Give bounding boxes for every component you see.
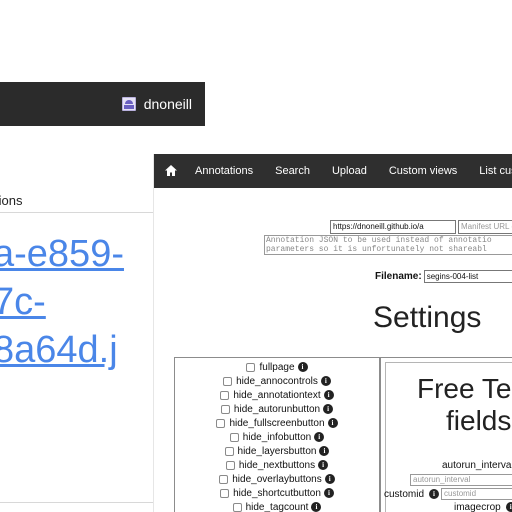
free-text-title-line-1: Free Te bbox=[417, 373, 512, 404]
info-icon[interactable]: i bbox=[505, 502, 512, 512]
manifest-input[interactable]: https://dnoneill.github.io/a bbox=[330, 220, 456, 234]
option-hide-shortcutbutton: hide_shortcutbutton i bbox=[175, 486, 379, 500]
checkbox[interactable] bbox=[224, 446, 234, 456]
imagecrop-row: imagecrop i bbox=[454, 501, 512, 512]
checkbox[interactable] bbox=[246, 362, 256, 372]
navbar: Annotations Search Upload Custom views L… bbox=[154, 154, 512, 188]
home-icon[interactable] bbox=[164, 164, 178, 178]
option-label: hide_annocontrols bbox=[236, 375, 318, 387]
filename-label: Filename: bbox=[375, 270, 422, 282]
info-icon[interactable]: i bbox=[327, 418, 338, 428]
checkbox[interactable] bbox=[229, 432, 239, 442]
info-icon[interactable]: i bbox=[320, 376, 331, 386]
info-icon[interactable]: i bbox=[319, 446, 330, 456]
customid-label: customid bbox=[384, 488, 425, 500]
free-text-title: Free Te fields bbox=[417, 373, 512, 437]
option-hide-overlaybuttons: hide_overlaybuttons i bbox=[175, 472, 379, 486]
user-name: dnoneill bbox=[143, 96, 192, 112]
item-id-link[interactable]: a-e859- 7c- 8a64d.j bbox=[0, 230, 155, 375]
option-hide-annotationtext: hide_annotationtext i bbox=[175, 388, 379, 402]
info-icon[interactable]: i bbox=[429, 489, 440, 499]
settings-options-panel: fullpage i hide_annocontrols i hide_annota… bbox=[174, 357, 380, 512]
item-id-line-1: a-e859- bbox=[0, 233, 124, 275]
filename-row: Filename: segins-004-list bbox=[375, 269, 512, 283]
option-label: hide_fullscreenbutton bbox=[229, 417, 325, 429]
manifest-url-field[interactable]: Manifest URL (Optional) bbox=[458, 220, 512, 234]
settings-title: Settings bbox=[373, 301, 482, 334]
autorun-interval-label: autorun_interval bbox=[442, 460, 512, 471]
checkbox[interactable] bbox=[216, 418, 226, 428]
filename-input[interactable]: segins-004-list bbox=[423, 269, 512, 283]
free-text-title-line-2: fields bbox=[446, 405, 512, 436]
option-hide-nextbuttons: hide_nextbuttons i bbox=[175, 458, 379, 472]
back-window-topbar: dnoneill bbox=[0, 82, 205, 126]
checkbox[interactable] bbox=[223, 376, 233, 386]
annotation-json-textarea[interactable]: Annotation JSON to be used instead of an… bbox=[264, 235, 512, 255]
option-label: hide_nextbuttons bbox=[238, 459, 316, 471]
customid-row: customid i customid bbox=[384, 488, 512, 500]
info-icon[interactable]: i bbox=[318, 460, 329, 470]
option-hide-infobutton: hide_infobutton i bbox=[175, 430, 379, 444]
nav-upload[interactable]: Upload bbox=[332, 165, 367, 177]
customid-input[interactable]: customid bbox=[441, 488, 512, 500]
front-window: Annotations Search Upload Custom views L… bbox=[153, 154, 512, 512]
nav-custom-views[interactable]: Custom views bbox=[389, 165, 457, 177]
option-hide-annocontrols: hide_annocontrols i bbox=[175, 374, 379, 388]
imagecrop-label: imagecrop bbox=[454, 501, 501, 512]
option-label: hide_infobutton bbox=[242, 431, 312, 443]
nav-search[interactable]: Search bbox=[275, 165, 310, 177]
checkbox[interactable] bbox=[219, 474, 229, 484]
checkbox[interactable] bbox=[225, 460, 235, 470]
info-icon[interactable]: i bbox=[324, 474, 335, 484]
option-hide-tagcount: hide_tagcount i bbox=[175, 500, 379, 512]
item-id-line-2: 7c- bbox=[0, 281, 46, 323]
info-icon[interactable]: i bbox=[314, 432, 325, 442]
back-window-tab[interactable]: tions bbox=[0, 193, 154, 213]
option-label: hide_overlaybuttons bbox=[232, 473, 322, 485]
checkbox[interactable] bbox=[232, 502, 242, 512]
checkbox[interactable] bbox=[220, 488, 230, 498]
info-icon[interactable]: i bbox=[323, 488, 334, 498]
option-hide-layersbutton: hide_layersbutton i bbox=[175, 444, 379, 458]
info-icon[interactable]: i bbox=[311, 502, 322, 512]
option-label: fullpage bbox=[259, 361, 295, 373]
user-menu[interactable]: dnoneill bbox=[121, 94, 192, 114]
info-icon[interactable]: i bbox=[323, 404, 334, 414]
option-label: hide_autorunbutton bbox=[233, 403, 321, 415]
nav-list-custom[interactable]: List custom bbox=[479, 165, 512, 177]
nav-annotations[interactable]: Annotations bbox=[195, 165, 253, 177]
checkbox[interactable] bbox=[220, 404, 230, 414]
option-label: hide_tagcount bbox=[245, 501, 309, 512]
option-label: hide_annotationtext bbox=[233, 389, 321, 401]
manifest-row: https://dnoneill.github.io/a Manifest UR… bbox=[330, 220, 512, 234]
option-label: hide_shortcutbutton bbox=[233, 487, 321, 499]
checkbox[interactable] bbox=[220, 390, 230, 400]
autorun-interval-input[interactable]: autorun_interval bbox=[410, 474, 512, 486]
item-id-line-3: 8a64d.j bbox=[0, 329, 118, 371]
divider bbox=[0, 502, 154, 503]
option-label: hide_layersbutton bbox=[237, 445, 317, 457]
option-fullpage: fullpage i bbox=[175, 360, 379, 374]
option-hide-fullscreenbutton: hide_fullscreenbutton i bbox=[175, 416, 379, 430]
info-icon[interactable]: i bbox=[297, 362, 308, 372]
option-hide-autorunbutton: hide_autorunbutton i bbox=[175, 402, 379, 416]
user-avatar-icon bbox=[121, 97, 136, 111]
info-icon[interactable]: i bbox=[323, 390, 334, 400]
